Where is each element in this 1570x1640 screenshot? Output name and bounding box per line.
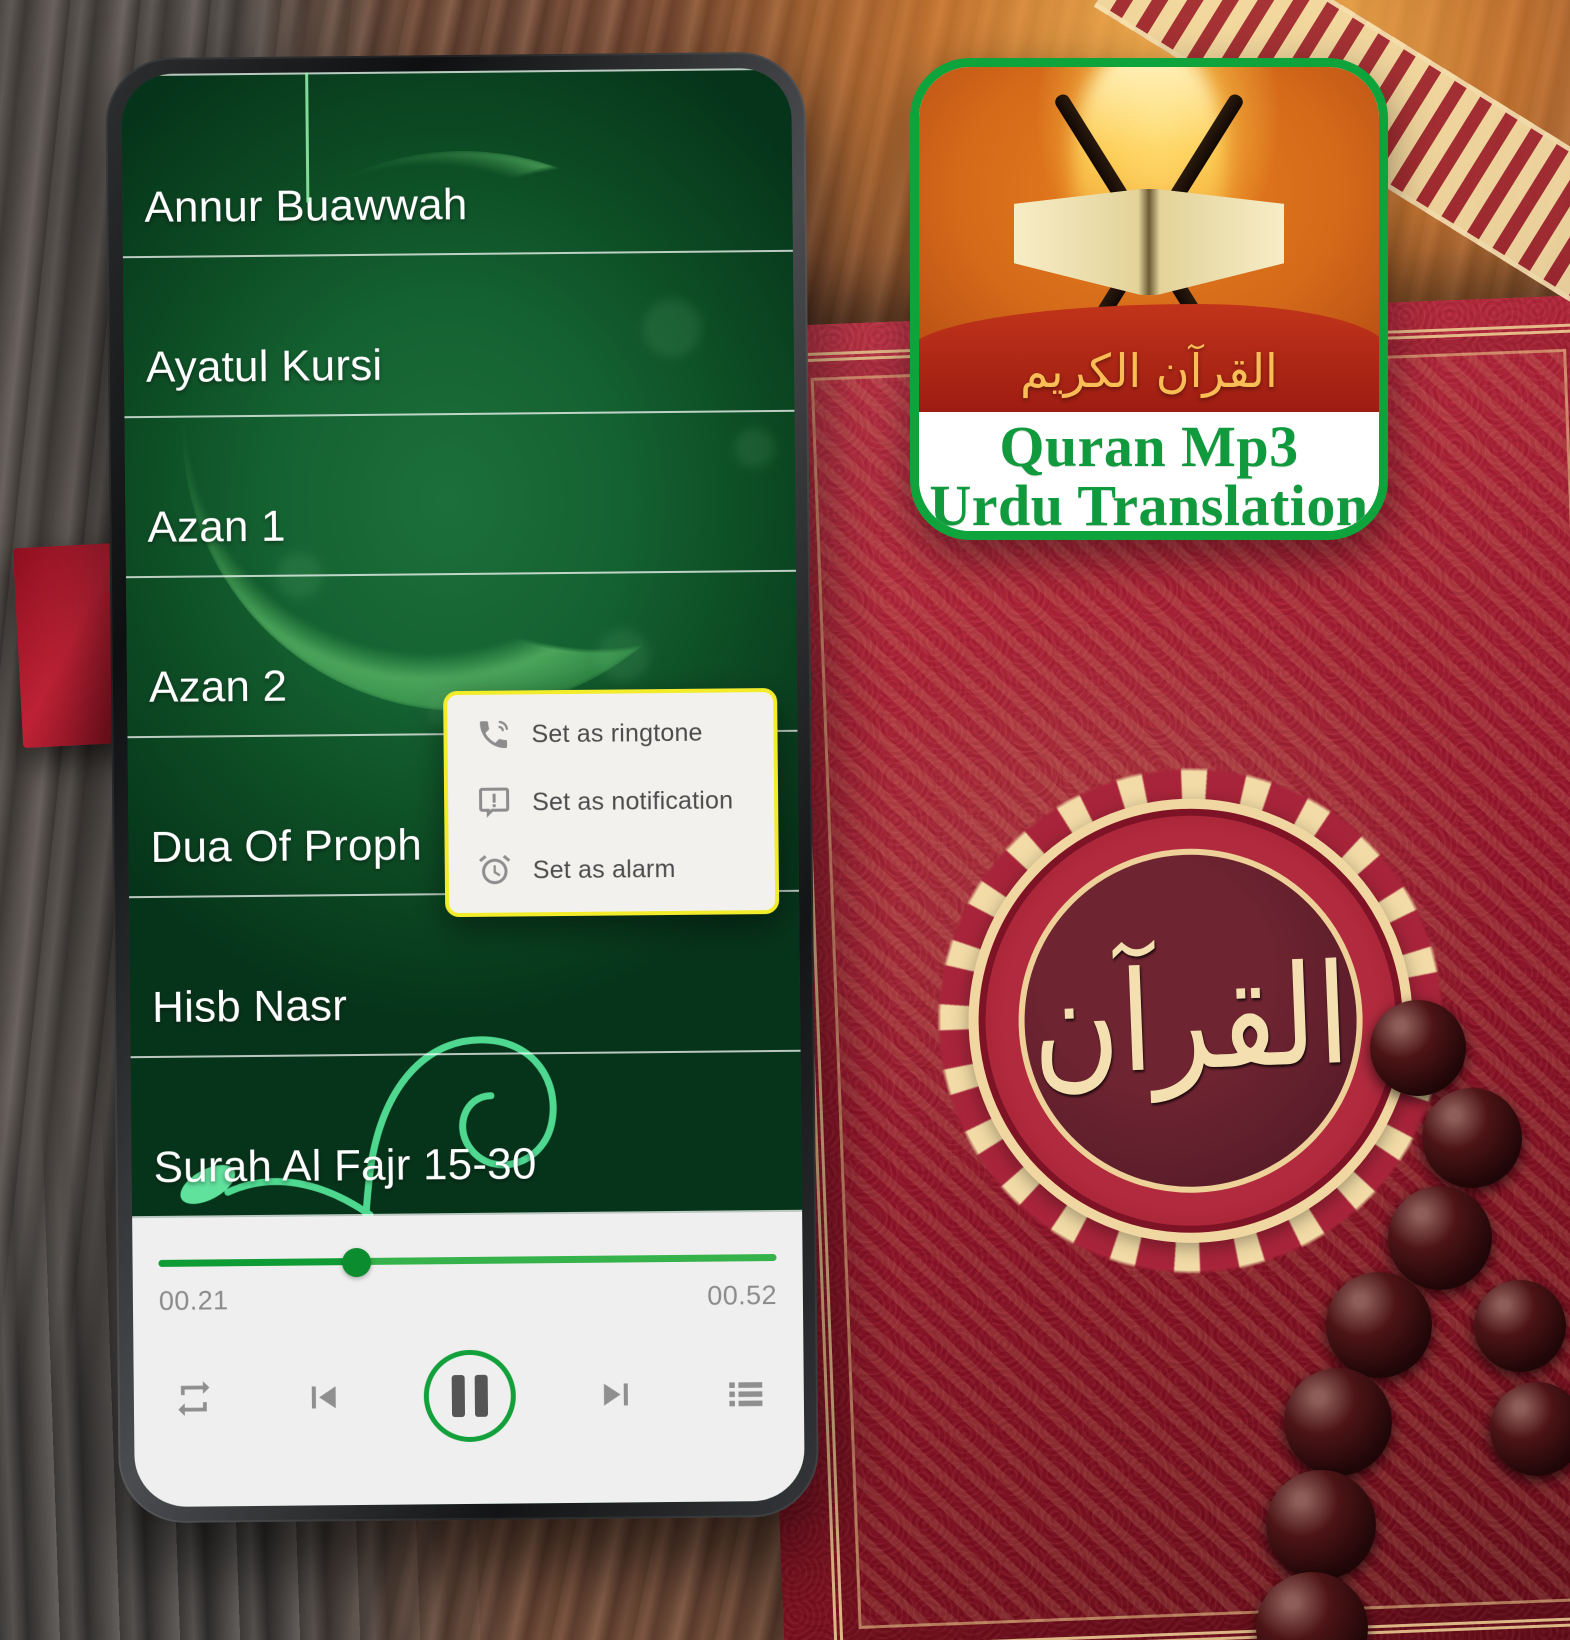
- track-list-item[interactable]: Azan 1: [124, 411, 796, 579]
- track-title: Azan 2: [148, 661, 288, 712]
- menu-item-label: Set as ringtone: [531, 718, 703, 748]
- menu-item-set-as-ringtone[interactable]: Set as ringtone: [447, 698, 774, 769]
- app-logo: القرآن الكريم Quran Mp3 Urdu Translation: [910, 58, 1388, 540]
- alarm-clock-icon: [477, 853, 513, 889]
- track-list-item[interactable]: Surah Al Fajr 15-30: [130, 1051, 803, 1219]
- track-title: Dua Of Proph: [150, 820, 423, 872]
- notification-chat-icon: [476, 785, 512, 821]
- seek-fill: [158, 1258, 357, 1267]
- phone-screen: Annur Buawwah Ayatul Kursi Azan 1 Azan 2…: [121, 67, 805, 1508]
- app-logo-text: Quran Mp3 Urdu Translation: [919, 412, 1379, 538]
- logo-arabic-caption: القرآن الكريم: [1020, 344, 1278, 398]
- prayer-beads: [1070, 980, 1570, 1640]
- seek-bar[interactable]: [158, 1240, 777, 1280]
- context-menu[interactable]: Set as ringtone Set as notification Set …: [443, 687, 780, 918]
- track-list: Annur Buawwah Ayatul Kursi Azan 1 Azan 2…: [121, 67, 803, 1219]
- menu-item-label: Set as notification: [532, 785, 734, 816]
- play-pause-button[interactable]: [423, 1349, 517, 1443]
- track-title: Hisb Nasr: [151, 981, 348, 1032]
- seek-thumb[interactable]: [341, 1247, 371, 1278]
- menu-item-set-as-notification[interactable]: Set as notification: [448, 766, 775, 837]
- app-logo-artwork: القرآن الكريم: [919, 67, 1379, 412]
- total-time: 00.52: [707, 1280, 778, 1311]
- playlist-button[interactable]: [718, 1365, 775, 1422]
- track-title: Ayatul Kursi: [145, 340, 383, 393]
- menu-item-set-as-alarm[interactable]: Set as alarm: [448, 834, 775, 905]
- track-list-item[interactable]: Annur Buawwah: [121, 67, 793, 259]
- app-logo-title-line2: Urdu Translation: [929, 473, 1369, 538]
- screenshot-stage: القرآن Annur Buawwah Ayatul Kursi Azan 1…: [0, 0, 1570, 1640]
- next-button[interactable]: [589, 1366, 646, 1423]
- phone-ringtone-icon: [475, 717, 511, 753]
- previous-button[interactable]: [295, 1369, 352, 1426]
- player-controls: [159, 1311, 779, 1507]
- pause-icon: [451, 1375, 466, 1418]
- elapsed-time: 00.21: [158, 1285, 229, 1316]
- track-title: Surah Al Fajr 15-30: [153, 1139, 537, 1192]
- repeat-button[interactable]: [166, 1370, 223, 1427]
- menu-item-label: Set as alarm: [532, 854, 676, 884]
- phone-mockup: Annur Buawwah Ayatul Kursi Azan 1 Azan 2…: [104, 51, 820, 1524]
- app-logo-title-line1: Quran Mp3: [999, 413, 1299, 479]
- audio-player-bar: 00.21 00.52: [132, 1211, 805, 1508]
- track-list-item[interactable]: Ayatul Kursi: [122, 251, 795, 419]
- track-title: Azan 1: [147, 501, 286, 553]
- pause-icon: [474, 1374, 489, 1417]
